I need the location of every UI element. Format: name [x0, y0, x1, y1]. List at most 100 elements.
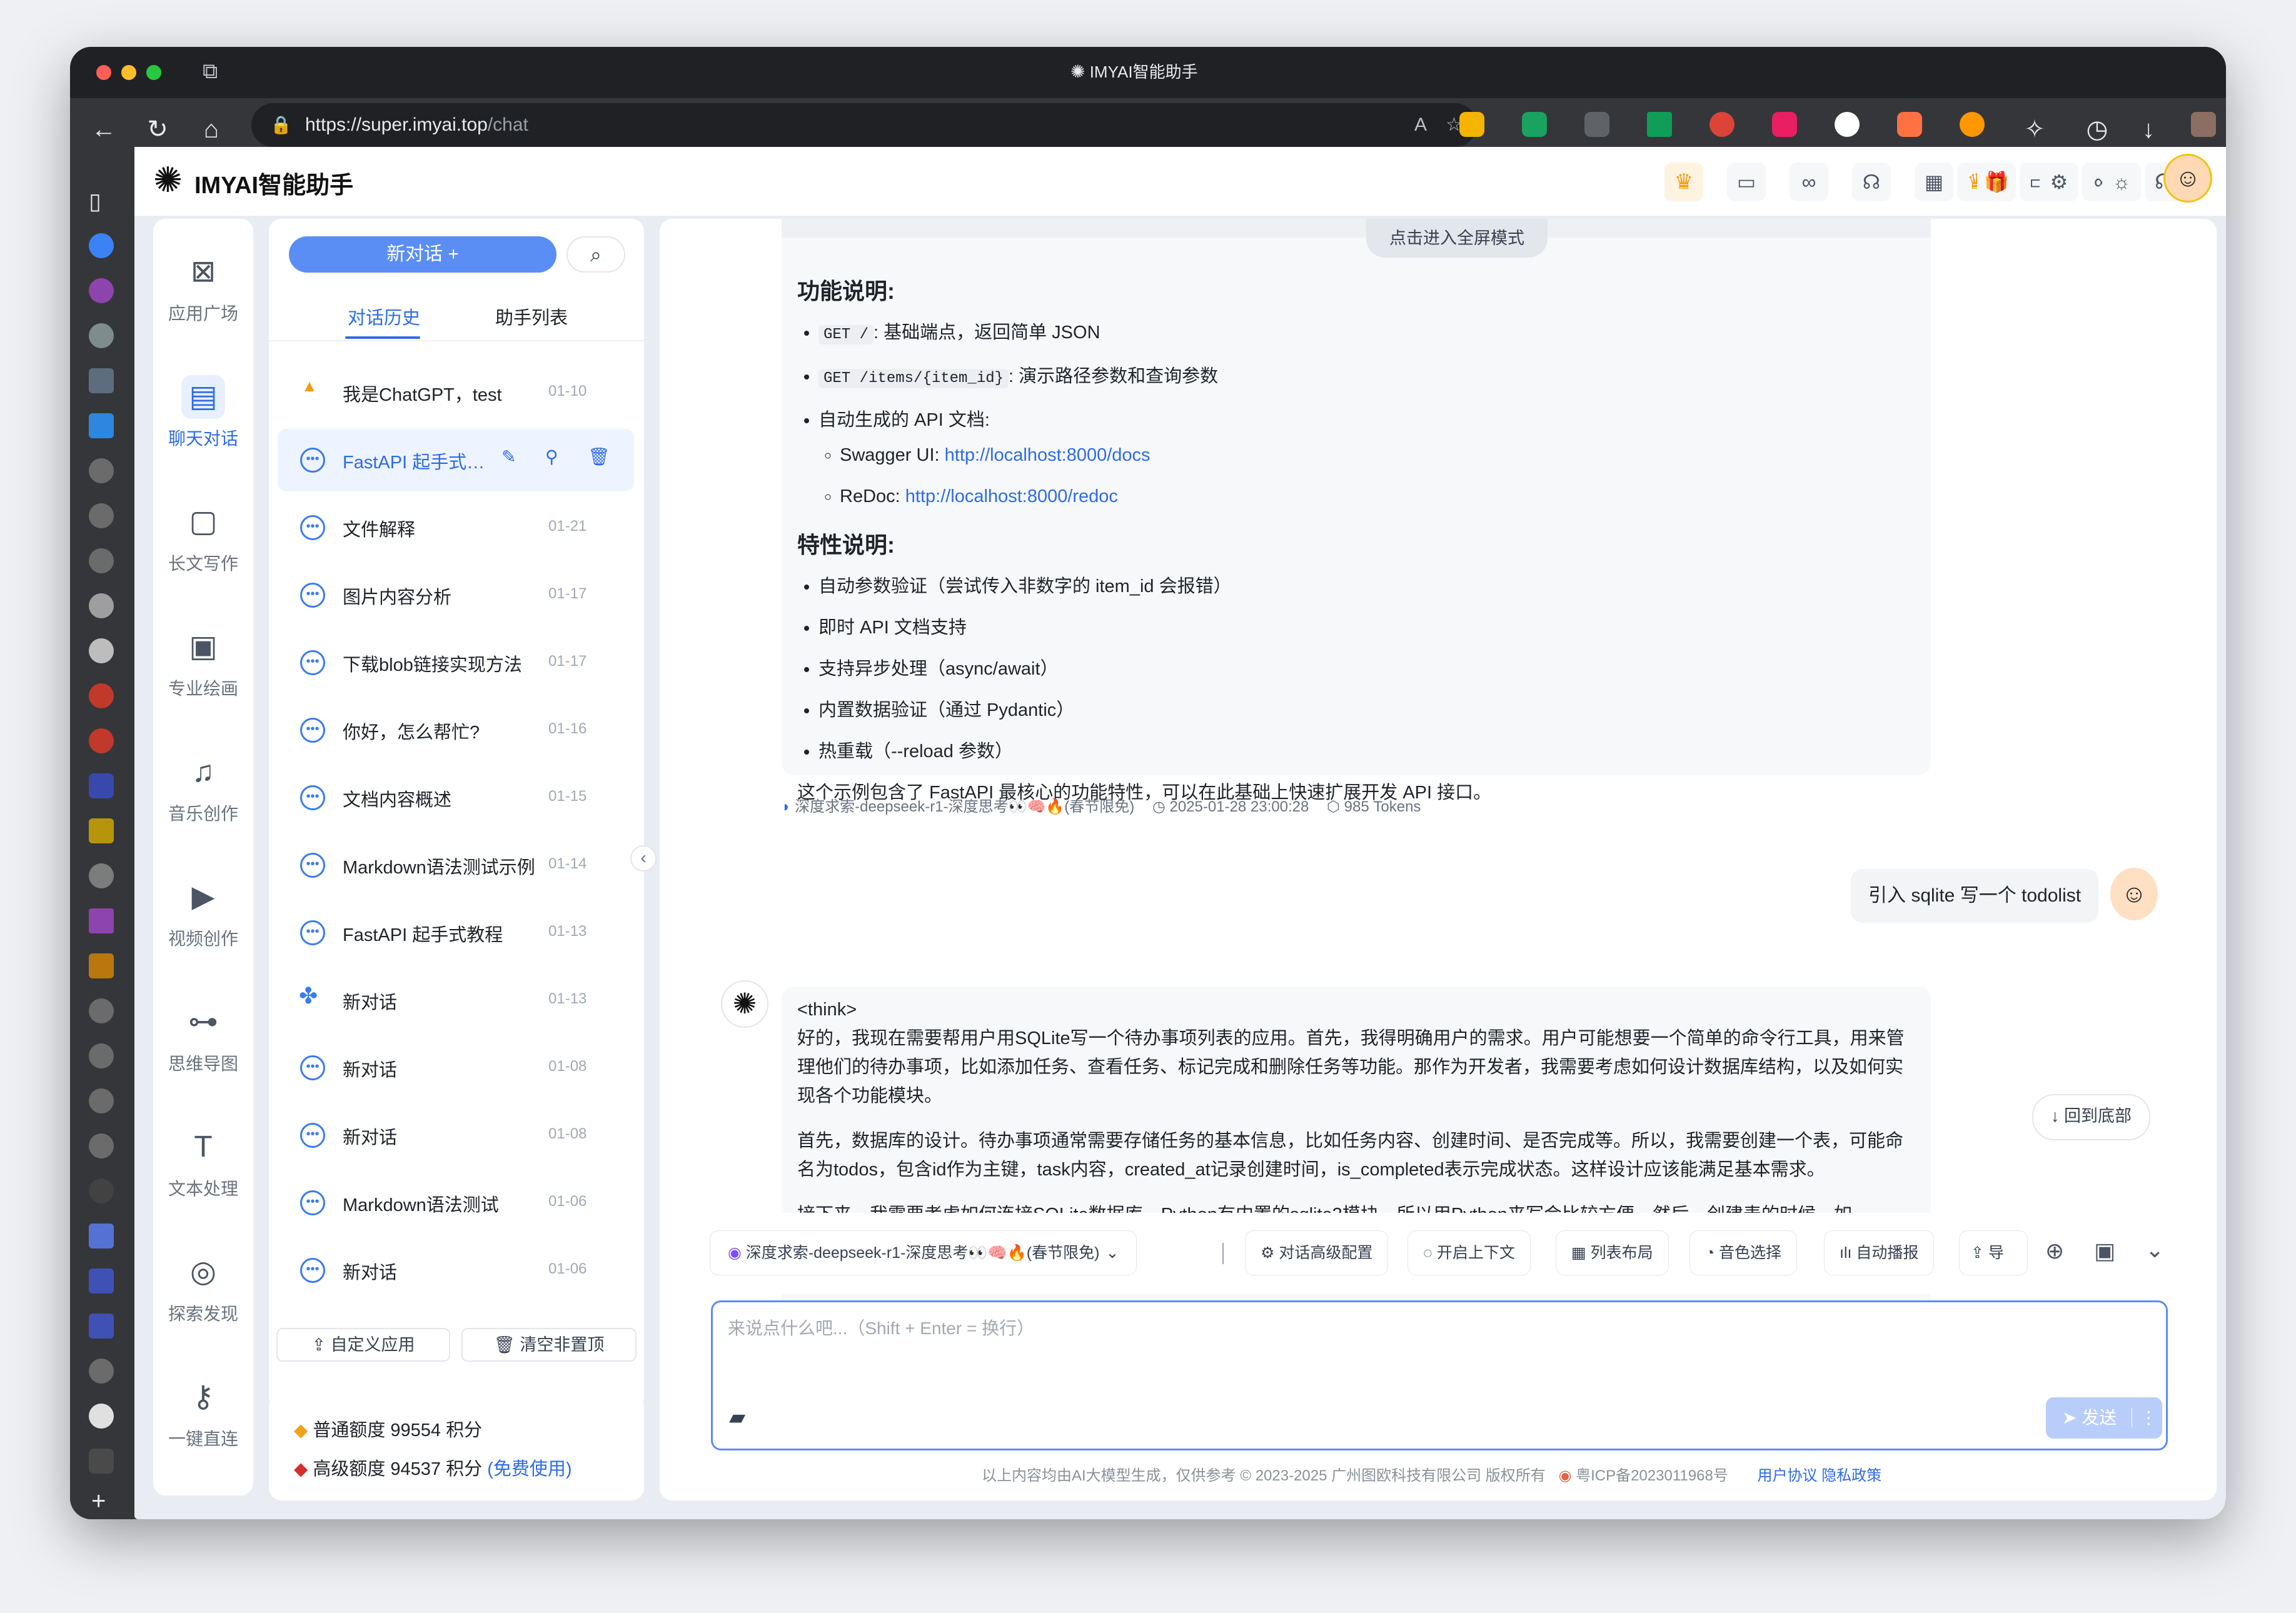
sidebar-app-icon-25[interactable]: [89, 1404, 114, 1429]
extensions-puzzle-icon[interactable]: ✧: [2020, 114, 2050, 144]
history-item[interactable]: ••• 文件解释 01-21: [278, 496, 634, 559]
context-toggle-button[interactable]: ◌ 开启上下文: [1407, 1230, 1531, 1275]
tab-actions-icon[interactable]: ⧉: [203, 59, 218, 84]
history-item[interactable]: ••• Markdown语法测试示例 01-14: [278, 834, 634, 897]
send-options-icon[interactable]: ⋮: [2132, 1408, 2158, 1427]
fullscreen-button[interactable]: 点击进入全屏模式: [1366, 219, 1548, 258]
sidebar-app-icon-11[interactable]: [89, 728, 114, 753]
link-button[interactable]: ∞: [1790, 163, 1828, 201]
send-button[interactable]: ➤ 发送 ⋮: [2046, 1397, 2162, 1439]
sidebar-add-icon[interactable]: +: [91, 1487, 106, 1515]
voice-select-button[interactable]: ◔ 音色选择: [1689, 1230, 1798, 1275]
reload-icon[interactable]: ↻: [143, 114, 173, 144]
history-icon[interactable]: ◷: [2082, 114, 2112, 144]
sidebar-app-icon-2[interactable]: [89, 278, 114, 303]
rail-painting[interactable]: ▣ 专业绘画: [153, 606, 253, 719]
sidebar-toggle-icon[interactable]: ▯: [89, 188, 101, 214]
sidebar-app-icon-14[interactable]: [89, 863, 114, 888]
model-selector[interactable]: ◉ 深度求索-deepseek-r1-深度思考👀🧠🔥(春节限免) ⌄: [710, 1230, 1137, 1275]
sidebar-app-icon-24[interactable]: [89, 1359, 114, 1384]
history-item-active[interactable]: ••• FastAPI 起手式… ✎ ⚲ 🗑: [278, 429, 634, 491]
sidebar-app-icon-7[interactable]: [89, 503, 114, 528]
auto-play-button[interactable]: ılı 自动播报: [1824, 1230, 1935, 1275]
rail-music[interactable]: ♫ 音乐创作: [153, 731, 253, 844]
rail-mindmap[interactable]: ⊶ 思维导图: [153, 982, 253, 1094]
new-chat-button[interactable]: 新对话 +: [289, 236, 556, 273]
upload-folder-icon[interactable]: ▰: [729, 1405, 745, 1430]
user-avatar[interactable]: ☺: [2163, 154, 2212, 203]
close-window-button[interactable]: [96, 65, 111, 80]
support-button[interactable]: ☊: [1852, 163, 1891, 201]
sidebar-app-icon-13[interactable]: [89, 818, 114, 843]
rail-explore[interactable]: ◎ 探索发现: [153, 1232, 253, 1344]
extension-icon-3[interactable]: [1584, 112, 1609, 137]
sidebar-app-icon-9[interactable]: [89, 593, 114, 618]
history-item[interactable]: ▲ 我是ChatGPT，test 01-10: [278, 361, 634, 424]
robot-icon[interactable]: ▣: [2094, 1238, 2115, 1264]
extension-icon-9[interactable]: [1960, 112, 1985, 137]
extension-icon-7[interactable]: [1835, 112, 1860, 137]
history-item[interactable]: ••• Markdown语法测试 01-06: [278, 1172, 634, 1234]
swagger-link[interactable]: http://localhost:8000/docs: [945, 445, 1151, 465]
extension-icon-6[interactable]: [1772, 112, 1797, 137]
rail-direct[interactable]: ⚷ 一键直连: [153, 1357, 253, 1469]
history-item[interactable]: ••• 新对话 01-08: [278, 1037, 634, 1099]
address-bar[interactable]: 🔒 https://super.imyai.top/chat A ☆: [251, 103, 1477, 147]
sidebar-app-icon-8[interactable]: [89, 548, 114, 573]
footer-terms-link[interactable]: 用户协议 隐私政策: [1757, 1467, 1881, 1484]
sidebar-app-icon-17[interactable]: [89, 998, 114, 1023]
export-button[interactable]: ⇪ 导: [1959, 1230, 2028, 1275]
rail-long-writing[interactable]: ▢ 长文写作: [153, 481, 253, 594]
delete-icon[interactable]: 🗑: [588, 446, 610, 467]
sidebar-app-icon-20[interactable]: [89, 1133, 114, 1158]
rail-video[interactable]: ▶ 视频创作: [153, 857, 253, 969]
history-item[interactable]: ✤ 新对话 01-13: [278, 969, 634, 1032]
maximize-window-button[interactable]: [146, 65, 161, 80]
sidebar-app-icon-5[interactable]: [89, 413, 114, 438]
sidebar-app-icon-4[interactable]: [89, 368, 114, 393]
rail-chat[interactable]: ▤ 聊天对话: [153, 356, 253, 469]
extension-icon-1[interactable]: [1459, 112, 1484, 137]
sidebar-app-icon-1[interactable]: [89, 233, 114, 258]
sidebar-app-icon-23[interactable]: [89, 1314, 114, 1339]
back-to-bottom-button[interactable]: ↓ 回到底部: [2032, 1094, 2151, 1140]
extension-icon-4[interactable]: [1647, 112, 1672, 137]
extension-icon-2[interactable]: [1522, 112, 1547, 137]
list-layout-button[interactable]: ▦ 列表布局: [1556, 1230, 1669, 1275]
extension-icon-8[interactable]: [1897, 112, 1922, 137]
sidebar-app-icon-active[interactable]: [89, 1449, 114, 1474]
history-item[interactable]: ••• 下载blob链接实现方法 01-17: [278, 631, 634, 694]
custom-app-button[interactable]: ⇪ 自定义应用: [276, 1328, 450, 1362]
history-item[interactable]: ••• 新对话 01-06: [278, 1239, 634, 1302]
read-aloud-icon[interactable]: A: [1414, 103, 1427, 147]
expand-icon[interactable]: ⌄: [2145, 1237, 2164, 1263]
sidebar-app-icon-19[interactable]: [89, 1088, 114, 1113]
clear-unpinned-button[interactable]: 🗑 清空非置顶: [461, 1328, 637, 1362]
rail-text[interactable]: T 文本处理: [153, 1107, 253, 1219]
tab-assistant-list[interactable]: 助手列表: [495, 303, 568, 329]
history-item[interactable]: ••• 文档内容概述 01-15: [278, 766, 634, 829]
sidebar-app-icon-21[interactable]: [89, 1178, 114, 1203]
quota-free-link[interactable]: (免费使用): [487, 1459, 571, 1479]
sidebar-app-icon-22[interactable]: [89, 1269, 114, 1294]
devices-button[interactable]: ▭: [1727, 163, 1766, 201]
sidebar-app-icon-15[interactable]: [89, 908, 114, 933]
rail-app-square[interactable]: ⊠ 应用广场: [153, 231, 253, 344]
download-icon[interactable]: ↓: [2133, 114, 2163, 144]
pin-icon[interactable]: ⚲: [545, 446, 558, 467]
theme-toggle-button[interactable]: ☼: [2102, 163, 2141, 201]
minimize-window-button[interactable]: [121, 65, 136, 80]
message-input[interactable]: 来说点什么吧...（Shift + Enter = 换行） ▰ ➤ 发送 ⋮: [711, 1300, 2168, 1450]
back-icon[interactable]: ←: [89, 114, 119, 144]
mail-icon[interactable]: [89, 1224, 114, 1249]
footer-icp[interactable]: 粤ICP备2023011968号: [1576, 1467, 1728, 1484]
calendar-button[interactable]: ▦: [1915, 163, 1953, 201]
github-icon[interactable]: [89, 638, 114, 663]
tab-chat-history[interactable]: 对话历史: [348, 303, 420, 329]
profile-avatar[interactable]: [2191, 112, 2216, 137]
advanced-config-button[interactable]: ⚙ 对话高级配置: [1245, 1230, 1389, 1275]
collapse-sidebar-button[interactable]: ‹: [630, 845, 657, 872]
history-item[interactable]: ••• 新对话 01-08: [278, 1104, 634, 1167]
edit-icon[interactable]: ✎: [501, 446, 516, 467]
new-topic-icon[interactable]: ⊕: [2045, 1238, 2064, 1264]
